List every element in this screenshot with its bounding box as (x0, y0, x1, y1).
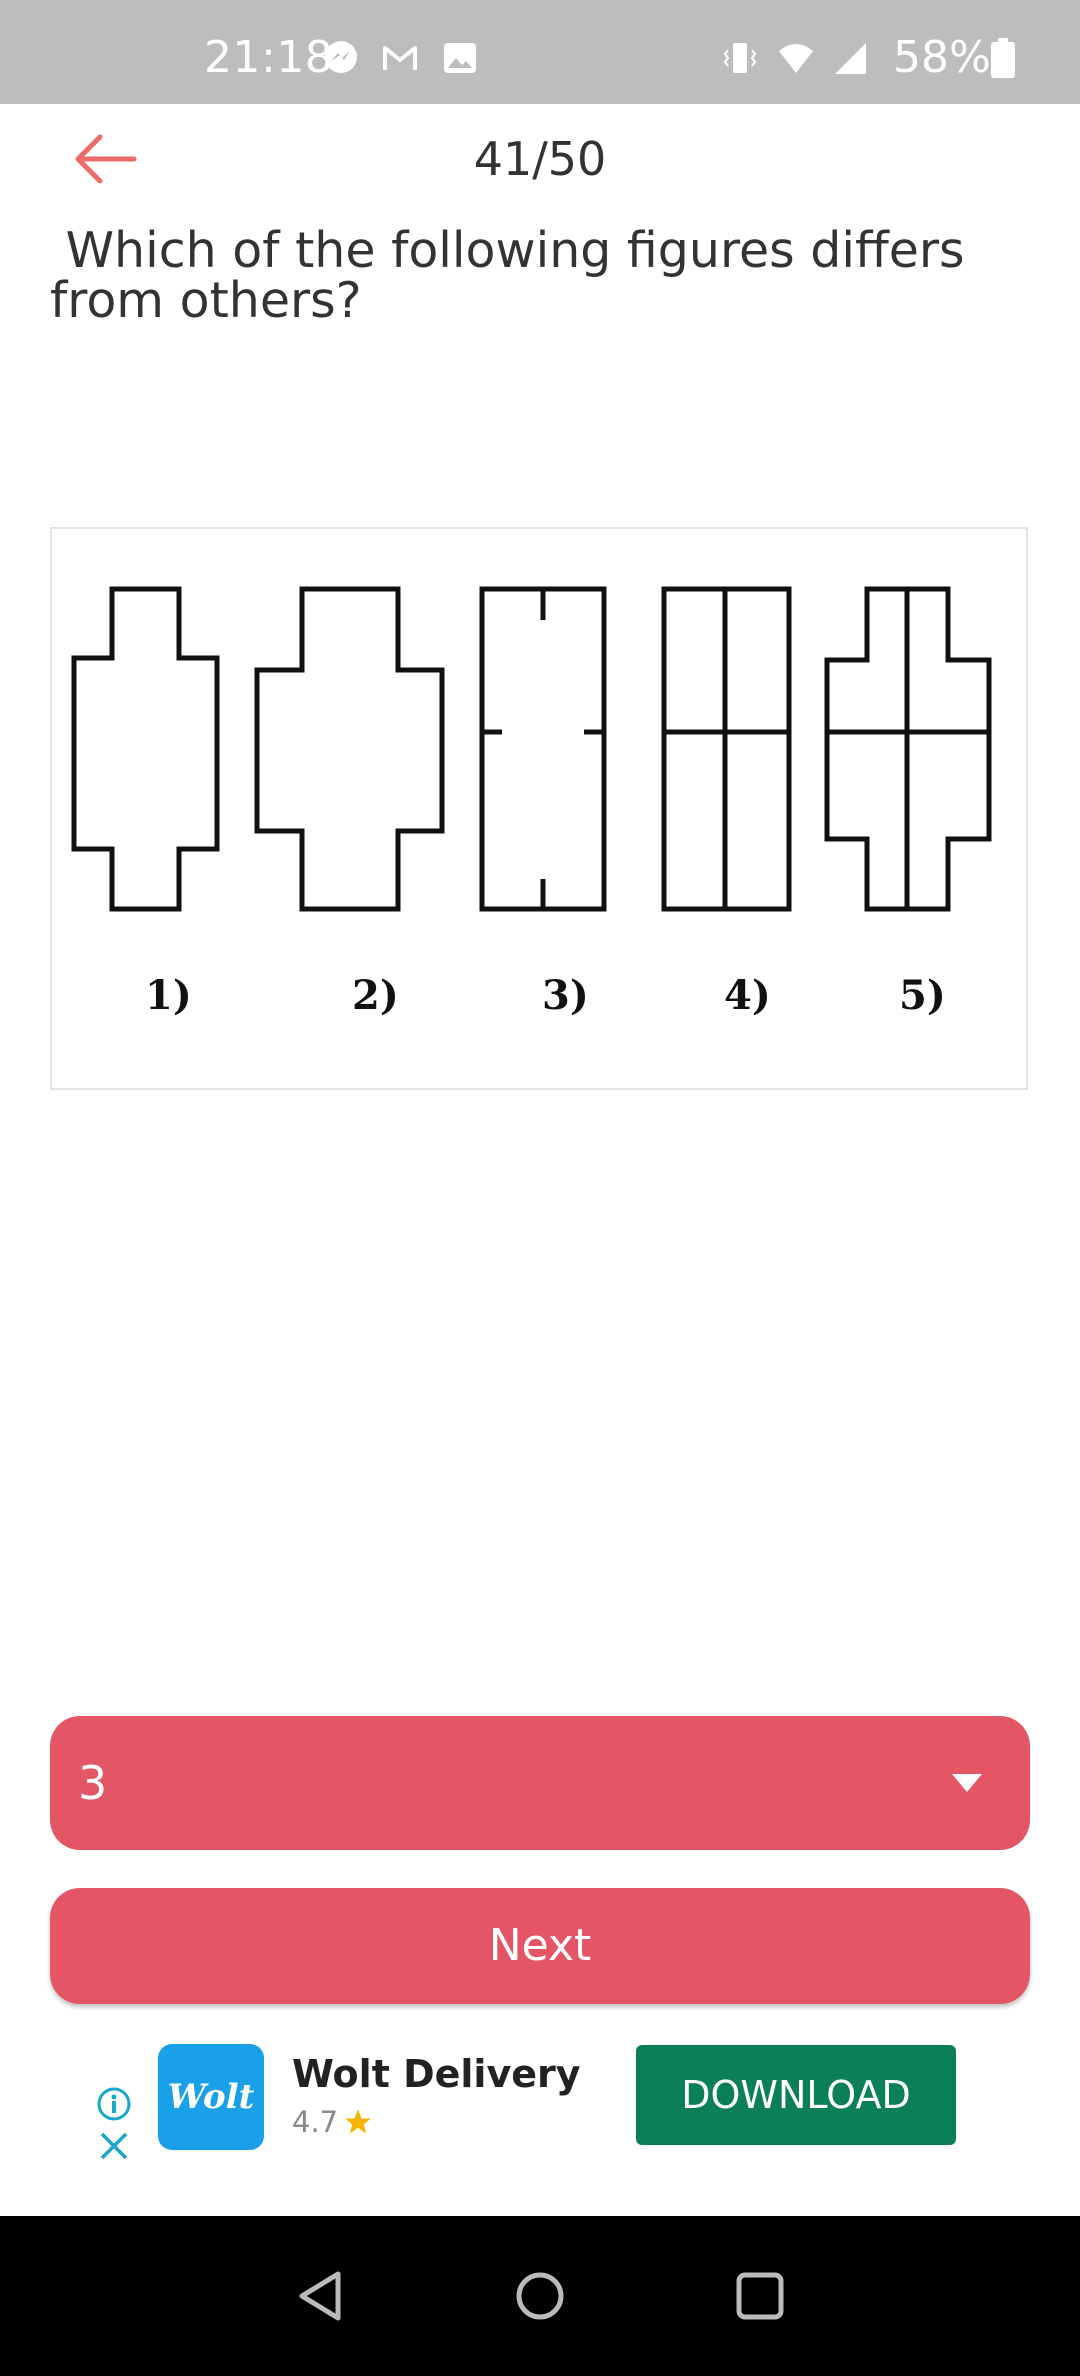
nav-back-icon[interactable] (294, 2268, 350, 2324)
figure-2-shape (254, 586, 445, 912)
header: 41/50 (0, 104, 1080, 224)
figures-drawing (71, 586, 992, 912)
ad-app-rating: 4.7 (292, 2105, 339, 2139)
ad-info-icon[interactable] (96, 2086, 132, 2122)
battery-percent: 58% (893, 32, 991, 83)
ad-app-name[interactable]: Wolt Delivery (292, 2052, 581, 2096)
figure-label-5: 5) (899, 972, 946, 1019)
ad-download-button[interactable]: DOWNLOAD (636, 2045, 956, 2145)
answer-selected-value: 3 (78, 1756, 108, 1810)
vibrate-icon (723, 43, 757, 73)
image-icon (444, 43, 476, 73)
wolt-logo[interactable]: Wolt (158, 2044, 264, 2150)
figure-label-1: 1) (145, 972, 192, 1019)
figure-3-shape (479, 586, 607, 912)
question-text: Which of the following figures differs f… (50, 222, 965, 329)
status-bar: 21:18 58% (0, 0, 1080, 104)
ad-close-icon[interactable] (98, 2130, 130, 2162)
answer-dropdown[interactable]: 3 (50, 1716, 1030, 1850)
ad-banner: Wolt Wolt Delivery 4.7 DOWNLOAD (0, 2030, 1080, 2216)
status-time: 21:18 (204, 32, 334, 83)
next-button[interactable]: Next (50, 1888, 1030, 2004)
signal-icon (835, 43, 866, 74)
figure-label-4: 4) (724, 972, 771, 1019)
star-icon (345, 2109, 371, 2134)
figure-label-3: 3) (542, 972, 589, 1019)
figure-4-shape (661, 586, 792, 912)
gmail-icon (383, 46, 417, 70)
question-figure: 1) 2) 3) 4) 5) (50, 527, 1028, 1090)
figure-1-shape (71, 586, 220, 912)
nav-recents-icon[interactable] (732, 2268, 788, 2324)
figure-label-2: 2) (352, 972, 399, 1019)
messenger-icon (325, 41, 357, 73)
caret-down-icon (952, 1774, 982, 1792)
system-nav-bar (0, 2216, 1080, 2376)
question-progress: 41/50 (473, 132, 607, 186)
battery-icon (991, 38, 1015, 78)
wifi-icon (779, 44, 813, 73)
nav-home-icon[interactable] (512, 2268, 568, 2324)
figure-5-shape (824, 586, 992, 912)
